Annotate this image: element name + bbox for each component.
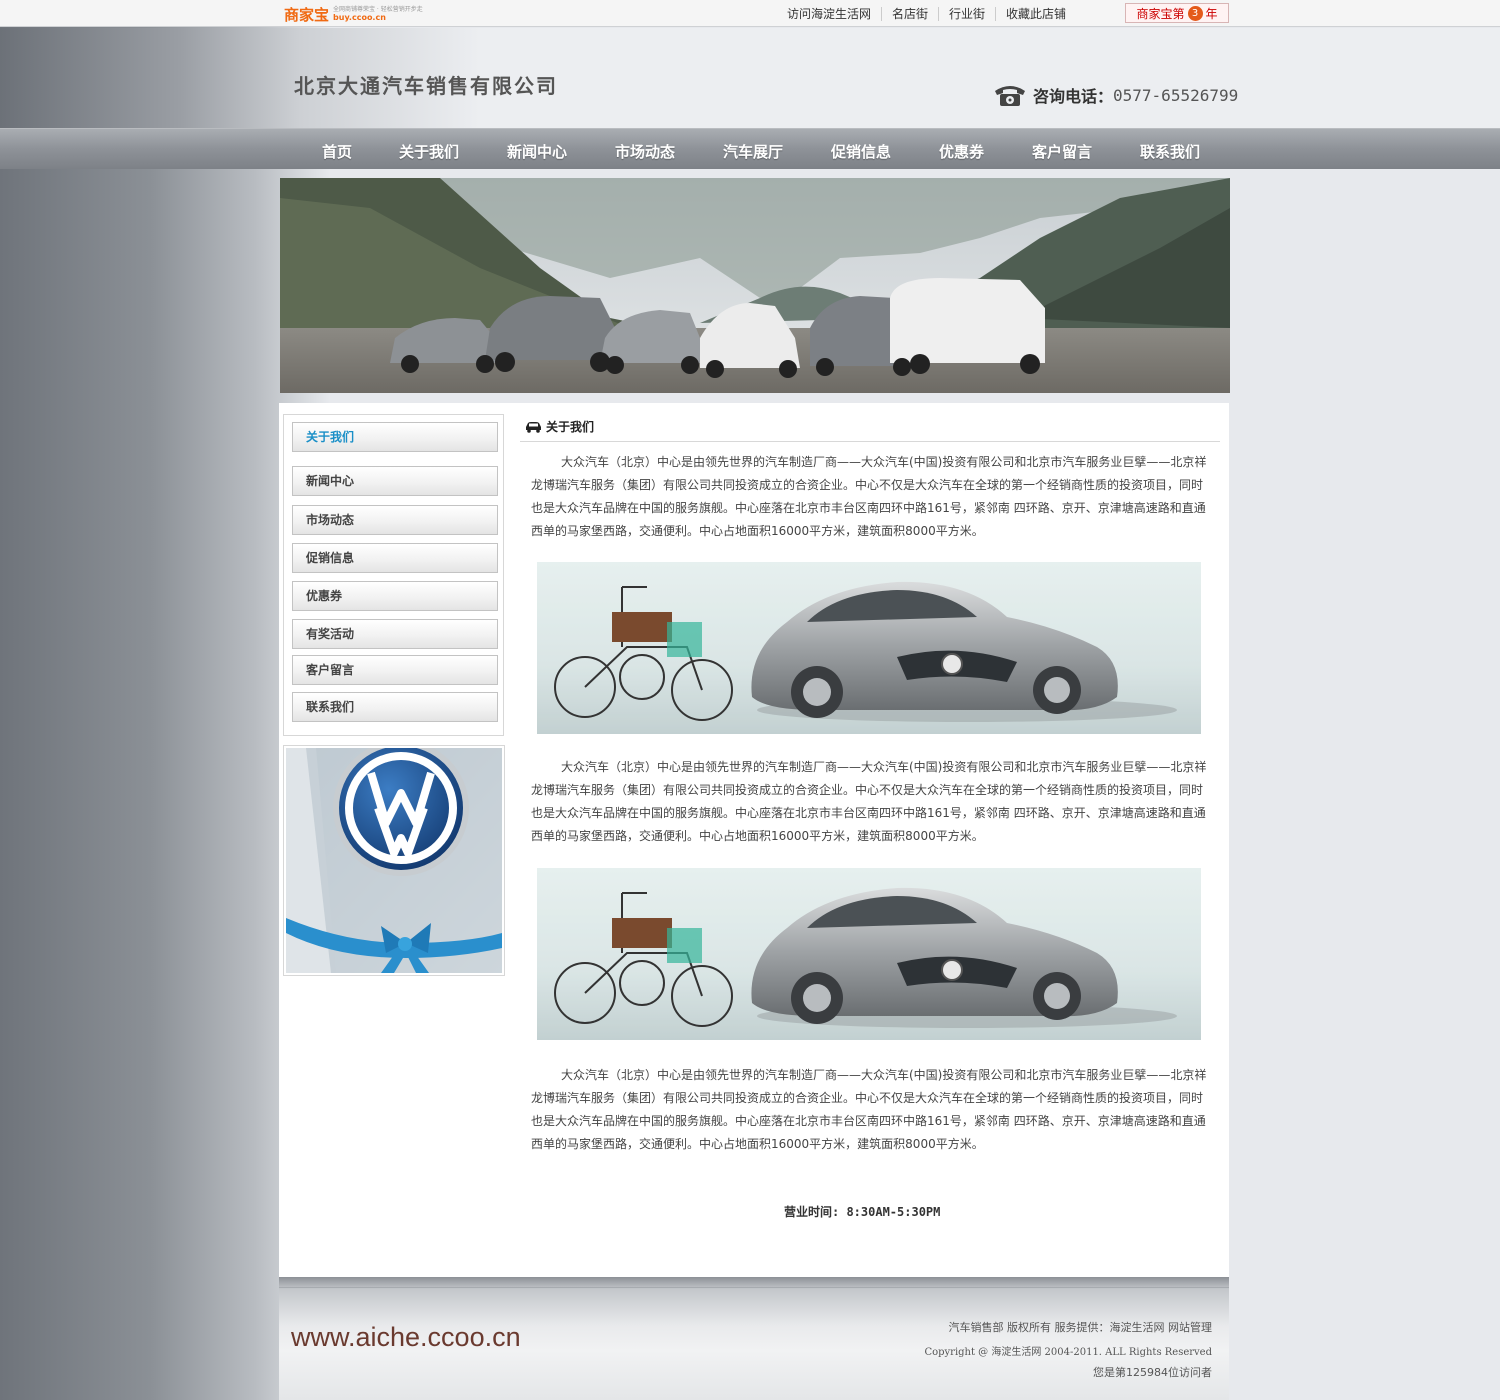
vw-logo-icon bbox=[286, 748, 502, 973]
vw-brand-image bbox=[283, 745, 505, 976]
sidebar-item-coupons[interactable]: 优惠券 bbox=[292, 581, 498, 611]
site-header: 北京大通汽车销售有限公司 咨询电话： 0577-65526799 bbox=[0, 28, 1500, 128]
sidebar-item-about[interactable]: 关于我们 bbox=[292, 422, 498, 452]
car-concept-image-2 bbox=[537, 868, 1201, 1040]
years-badge-prefix: 商家宝第 bbox=[1136, 6, 1185, 21]
sidebar-item-news[interactable]: 新闻中心 bbox=[292, 466, 498, 496]
section-divider bbox=[520, 441, 1220, 442]
top-links: 访问海淀生活网 名店街 行业街 收藏此店铺 bbox=[780, 0, 1076, 27]
sidebar-item-market[interactable]: 市场动态 bbox=[292, 505, 498, 535]
footer-copyright-line: 汽车销售部 版权所有 服务提供：海淀生活网 网站管理 bbox=[948, 1321, 1213, 1334]
nav-market[interactable]: 市场动态 bbox=[615, 141, 675, 162]
top-link-bookmark-shop[interactable]: 收藏此店铺 bbox=[995, 6, 1076, 21]
sidebar-item-prize-events[interactable]: 有奖活动 bbox=[292, 619, 498, 649]
nav-guestbook[interactable]: 客户留言 bbox=[1032, 141, 1092, 162]
vintage-and-modern-car-illustration bbox=[537, 562, 1201, 734]
car-icon bbox=[526, 421, 541, 433]
top-bar: 商家宝 全网商铺尊荣宝 · 轻松营销开步走 buy.ccoo.cn 访问海淀生活… bbox=[0, 0, 1500, 27]
phone-contact: 咨询电话： 0577-65526799 bbox=[993, 83, 1238, 107]
about-paragraph-2: 大众汽车（北京）中心是由领先世界的汽车制造厂商——大众汽车(中国)投资有限公司和… bbox=[531, 760, 1207, 843]
footer-domain: www.aiche.ccoo.cn bbox=[291, 1322, 521, 1352]
years-badge-number: 3 bbox=[1187, 5, 1203, 21]
top-link-industry-street[interactable]: 行业街 bbox=[938, 6, 995, 21]
nav-home[interactable]: 首页 bbox=[322, 141, 352, 162]
sidebar-item-contact[interactable]: 联系我们 bbox=[292, 692, 498, 722]
years-badge-suffix: 年 bbox=[1205, 6, 1218, 21]
logo-domain: buy.ccoo.cn bbox=[333, 13, 386, 22]
footer-visitor-count: 您是第125984位访问者 bbox=[1093, 1366, 1212, 1379]
nav-coupons[interactable]: 优惠券 bbox=[939, 141, 984, 162]
sidebar-item-guestbook[interactable]: 客户留言 bbox=[292, 655, 498, 685]
about-paragraph-1: 大众汽车（北京）中心是由领先世界的汽车制造厂商——大众汽车(中国)投资有限公司和… bbox=[531, 455, 1207, 538]
section-title: 关于我们 bbox=[525, 418, 594, 435]
shangjiabao-logo[interactable]: 商家宝 全网商铺尊荣宝 · 轻松营销开步走 buy.ccoo.cn bbox=[284, 4, 444, 24]
logo-subtext: 全网商铺尊荣宝 · 轻松营销开步走 buy.ccoo.cn bbox=[333, 6, 423, 22]
about-paragraph-3: 大众汽车（北京）中心是由领先世界的汽车制造厂商——大众汽车(中国)投资有限公司和… bbox=[531, 1068, 1207, 1151]
vintage-and-modern-car-illustration bbox=[537, 868, 1201, 1040]
car-concept-image-1 bbox=[537, 562, 1201, 734]
footer-copyright-en: Copyright @ 海淀生活网 2004-2011. ALL Rights … bbox=[924, 1347, 1212, 1358]
top-link-famous-shops[interactable]: 名店街 bbox=[881, 6, 938, 21]
business-hours: 营业时间: 8:30AM-5:30PM bbox=[784, 1205, 941, 1219]
nav-showroom[interactable]: 汽车展厅 bbox=[723, 141, 783, 162]
top-link-visit-site[interactable]: 访问海淀生活网 bbox=[780, 7, 881, 21]
footer-divider bbox=[279, 1287, 1229, 1288]
mountain-cars-illustration bbox=[280, 178, 1230, 393]
hero-banner-image bbox=[280, 178, 1230, 393]
company-name: 北京大通汽车销售有限公司 bbox=[294, 74, 558, 98]
sidebar-menu: 关于我们 新闻中心 市场动态 促销信息 优惠券 有奖活动 客户留言 联系我们 bbox=[283, 414, 504, 736]
sidebar-item-promotions[interactable]: 促销信息 bbox=[292, 543, 498, 573]
nav-promotions[interactable]: 促销信息 bbox=[831, 141, 891, 162]
section-title-text: 关于我们 bbox=[546, 420, 595, 434]
years-badge: 商家宝第 3 年 bbox=[1125, 3, 1229, 23]
nav-contact[interactable]: 联系我们 bbox=[1140, 141, 1200, 162]
main-nav: 首页 关于我们 新闻中心 市场动态 汽车展厅 促销信息 优惠券 客户留言 联系我… bbox=[0, 128, 1500, 169]
logo-text: 商家宝 bbox=[284, 5, 330, 24]
nav-news[interactable]: 新闻中心 bbox=[507, 141, 567, 162]
telephone-icon bbox=[995, 86, 1025, 106]
phone-number: 0577-65526799 bbox=[1113, 85, 1239, 105]
phone-label: 咨询电话： bbox=[1033, 87, 1114, 106]
nav-about[interactable]: 关于我们 bbox=[399, 141, 459, 162]
